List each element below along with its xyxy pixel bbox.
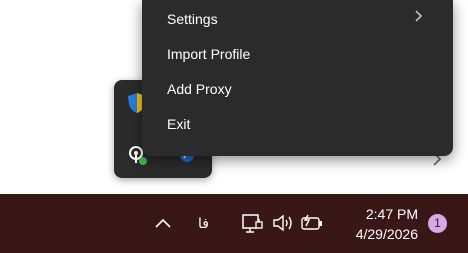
menu-item-label: Settings [167,11,218,27]
battery-charging-icon[interactable] [300,214,324,237]
volume-icon[interactable] [272,213,294,238]
menu-item-label: Exit [167,116,191,132]
input-language-indicator[interactable]: فا [198,214,209,232]
clock-time[interactable]: 2:47 PM [344,205,418,223]
menu-item-label: Add Proxy [167,81,232,97]
menu-item-settings[interactable]: Settings [142,2,453,34]
clock-date[interactable]: 4/29/2026 [336,225,418,243]
notification-badge[interactable]: 1 [428,214,447,233]
taskbar: فا 2:47 PM 4/29/2026 1 [0,194,468,253]
menu-item-add-proxy[interactable]: Add Proxy [142,72,453,104]
chevron-up-icon[interactable] [154,216,172,234]
menu-item-exit[interactable]: Exit [142,107,453,139]
tray-context-menu: Settings Import Profile Add Proxy Exit [142,0,453,156]
menu-item-import-profile[interactable]: Import Profile [142,37,453,69]
network-icon[interactable] [242,212,264,239]
menu-item-label: Import Profile [167,46,251,62]
submenu-chevron-icon [415,9,423,27]
